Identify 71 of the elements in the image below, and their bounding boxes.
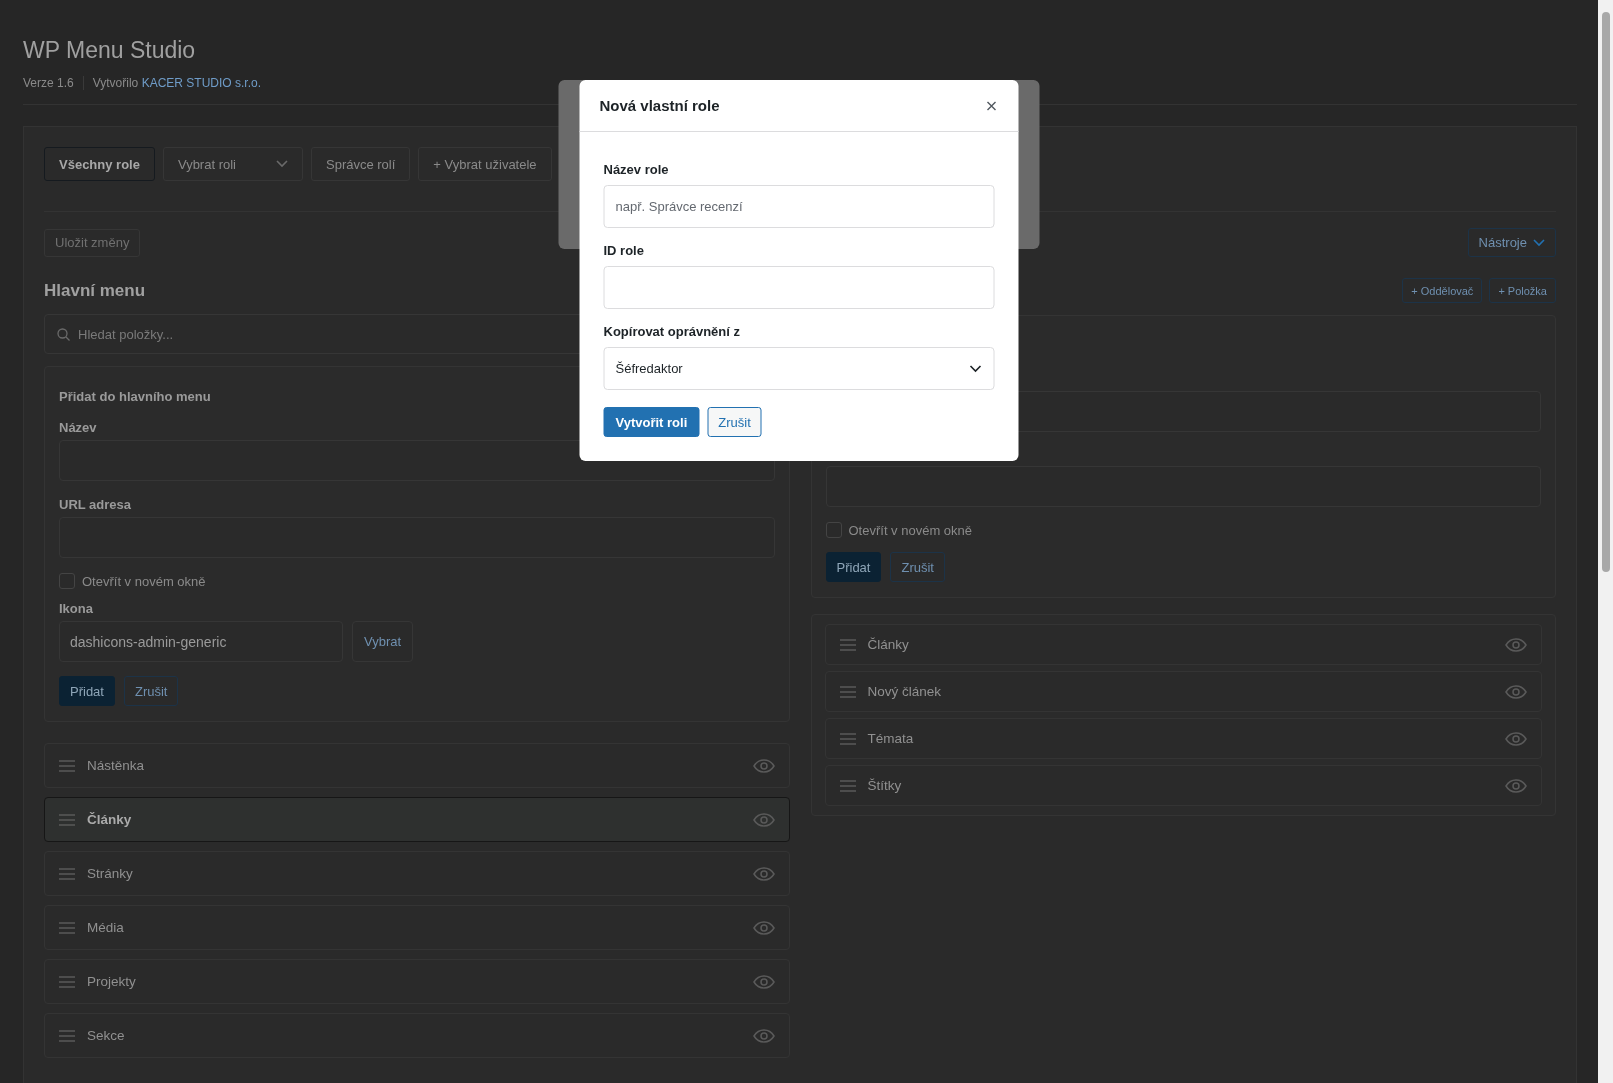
role-select[interactable]: Šéfredaktor xyxy=(603,347,995,390)
drag-handle-icon[interactable] xyxy=(839,732,856,745)
drag-handle-icon[interactable] xyxy=(59,759,75,772)
drag-handle-icon[interactable] xyxy=(839,685,856,698)
cancel-button[interactable]: Zrušit xyxy=(890,552,945,582)
eye-icon[interactable] xyxy=(752,1028,775,1043)
drag-handle-icon[interactable] xyxy=(59,975,75,988)
eye-icon[interactable] xyxy=(1505,684,1527,699)
menu-item[interactable]: Stránky xyxy=(44,851,790,896)
form-title: Přidat do hlavního menu xyxy=(59,389,212,404)
field-label: ID role xyxy=(603,243,644,258)
add-item-button[interactable]: + Položka xyxy=(1489,278,1556,303)
toolbar-button[interactable]: Správce rolí xyxy=(311,147,411,181)
credit-link[interactable]: KACER STUDIO s.r.o. xyxy=(141,76,261,90)
role-select[interactable]: Vybrat roli xyxy=(162,147,303,181)
menu-item[interactable]: Články xyxy=(824,624,1542,665)
eye-icon[interactable] xyxy=(752,812,775,827)
menu-item[interactable]: Projekty xyxy=(44,959,790,1004)
drag-handle-icon[interactable] xyxy=(59,921,75,934)
add-separator-button[interactable]: + Oddělovač xyxy=(1402,278,1483,303)
text-input[interactable] xyxy=(603,266,995,309)
checkbox[interactable] xyxy=(59,573,75,589)
checkbox-label[interactable]: Otevřít v novém okně xyxy=(59,573,206,589)
drag-handle-icon[interactable] xyxy=(839,779,856,792)
field-label: URL adresa xyxy=(59,497,131,512)
toolbar-button[interactable]: Všechny role xyxy=(44,147,155,181)
checkbox[interactable] xyxy=(825,522,842,538)
chevron-down-icon xyxy=(1533,238,1545,247)
field-label: Ikona xyxy=(59,601,93,616)
add-button[interactable]: Přidat xyxy=(59,676,115,706)
field-label: Název xyxy=(59,420,97,435)
pick-icon-button[interactable]: Vybrat xyxy=(352,621,414,662)
search-icon xyxy=(57,328,70,341)
menu-item[interactable]: Témata xyxy=(824,718,1542,759)
page-title: WP Menu Studio xyxy=(23,36,197,65)
eye-icon[interactable] xyxy=(1505,731,1527,746)
menu-item[interactable]: Média xyxy=(44,905,790,950)
eye-icon[interactable] xyxy=(752,866,775,881)
version-text: Verze 1.6 xyxy=(23,76,74,90)
eye-icon[interactable] xyxy=(1505,637,1527,652)
menu-item[interactable]: Štítky xyxy=(824,765,1542,806)
drag-handle-icon[interactable] xyxy=(59,1029,75,1042)
credit-text: Vytvořilo KACER STUDIO s.r.o. xyxy=(92,76,261,90)
create-role-button[interactable]: Vytvořit roli xyxy=(603,407,700,437)
menu-item[interactable]: Články xyxy=(44,797,790,842)
section-title: Hlavní menu xyxy=(44,280,147,302)
icon-input[interactable]: dashicons-admin-generic xyxy=(59,621,343,662)
text-input[interactable]: např. Správce recenzí xyxy=(603,185,995,228)
eye-icon[interactable] xyxy=(752,920,775,935)
drag-handle-icon[interactable] xyxy=(839,638,856,651)
dialog-title: Nová vlastní role xyxy=(599,97,720,114)
add-button[interactable]: Přidat xyxy=(825,552,882,582)
eye-icon[interactable] xyxy=(752,758,775,773)
cancel-button[interactable]: Zrušit xyxy=(707,407,762,437)
scrollbar[interactable] xyxy=(1598,0,1613,1083)
checkbox-label[interactable]: Otevřít v novém okně xyxy=(825,522,973,538)
close-icon xyxy=(986,100,997,111)
field-label: Kopírovat oprávnění z xyxy=(603,324,741,339)
cancel-button[interactable]: Zrušit xyxy=(123,676,179,706)
eye-icon[interactable] xyxy=(752,974,775,989)
chevron-down-icon xyxy=(276,160,288,168)
chevron-down-icon xyxy=(969,364,982,373)
eye-icon[interactable] xyxy=(1505,778,1527,793)
toolbar-button[interactable]: + Vybrat uživatele xyxy=(418,147,552,181)
drag-handle-icon[interactable] xyxy=(59,867,75,880)
drag-handle-icon[interactable] xyxy=(59,813,75,826)
menu-item[interactable]: Sekce xyxy=(44,1013,790,1058)
tools-button[interactable]: Nástroje xyxy=(1467,228,1556,257)
field-label: Název role xyxy=(603,162,669,177)
menu-item[interactable]: Nástěnka xyxy=(44,743,790,788)
menu-item[interactable]: Nový článek xyxy=(824,671,1542,712)
